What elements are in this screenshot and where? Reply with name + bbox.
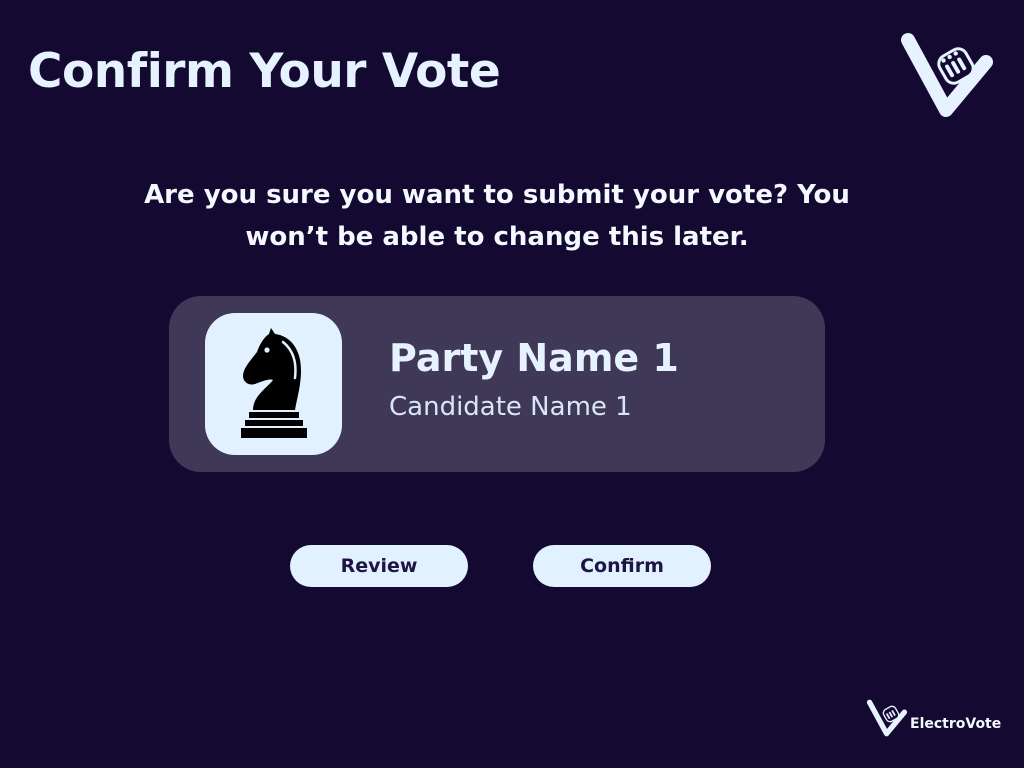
selected-candidate-card: Party Name 1 Candidate Name 1 bbox=[169, 296, 825, 472]
confirm-button[interactable]: Confirm bbox=[533, 545, 711, 587]
page-title: Confirm Your Vote bbox=[28, 44, 501, 99]
party-symbol bbox=[205, 313, 342, 455]
brand-name: ElectroVote bbox=[910, 716, 1002, 732]
chess-knight-icon bbox=[240, 328, 307, 438]
party-name: Party Name 1 bbox=[389, 336, 679, 380]
review-button[interactable]: Review bbox=[290, 545, 468, 587]
brand-footer: ElectroVote bbox=[866, 698, 1001, 738]
electrovote-logo-icon bbox=[900, 32, 994, 118]
electrovote-logo-icon bbox=[866, 699, 908, 737]
candidate-name: Candidate Name 1 bbox=[389, 392, 632, 422]
confirmation-message: Are you sure you want to submit your vot… bbox=[144, 180, 850, 252]
